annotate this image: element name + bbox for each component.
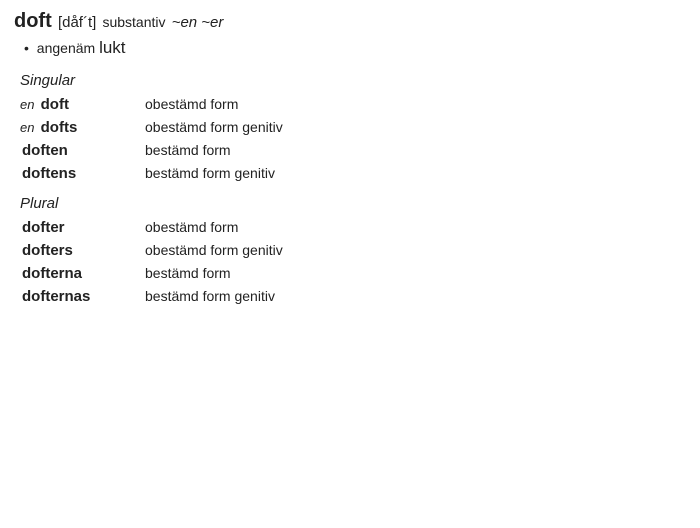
form-description: obestämd form genitiv bbox=[145, 116, 283, 138]
word-form: en doft bbox=[20, 94, 145, 116]
form: dofts bbox=[41, 119, 78, 136]
article: en bbox=[20, 120, 34, 135]
table-row: dofters obestämd form genitiv bbox=[20, 239, 686, 262]
section-singular: Singular en doft obestämd form en dofts … bbox=[20, 72, 686, 185]
form-description: bestämd form bbox=[145, 139, 231, 161]
form: dofterna bbox=[22, 265, 82, 282]
table-row: doften bestämd form bbox=[20, 139, 686, 162]
section-title: Plural bbox=[20, 195, 686, 212]
definition-line: • angenäm lukt bbox=[24, 38, 686, 58]
form-description: bestämd form genitiv bbox=[145, 285, 275, 307]
inflection-pattern: ~en ~er bbox=[172, 14, 224, 31]
table-row: dofter obestämd form bbox=[20, 216, 686, 239]
form: doft bbox=[41, 96, 69, 113]
table-row: dofternas bestämd form genitiv bbox=[20, 285, 686, 308]
dictionary-entry: doft [dåf´t] substantiv ~en ~er • angenä… bbox=[0, 0, 700, 528]
part-of-speech: substantiv bbox=[102, 14, 165, 30]
word-form: dofters bbox=[20, 240, 145, 262]
form-description: bestämd form bbox=[145, 262, 231, 284]
form: doftens bbox=[22, 165, 76, 182]
table-row: doftens bestämd form genitiv bbox=[20, 162, 686, 185]
form: dofters bbox=[22, 242, 73, 259]
section-title: Singular bbox=[20, 72, 686, 89]
word-form: en dofts bbox=[20, 117, 145, 139]
table-row: en doft obestämd form bbox=[20, 93, 686, 116]
word-form: doften bbox=[20, 140, 145, 162]
form: doften bbox=[22, 142, 68, 159]
word-form: dofterna bbox=[20, 263, 145, 285]
definition-pre: angenäm bbox=[37, 40, 95, 56]
form: dofter bbox=[22, 219, 65, 236]
form-description: obestämd form bbox=[145, 93, 238, 115]
pronunciation: [dåf´t] bbox=[58, 14, 96, 31]
form-description: obestämd form genitiv bbox=[145, 239, 283, 261]
form-description: obestämd form bbox=[145, 216, 238, 238]
word-form: dofternas bbox=[20, 286, 145, 308]
table-row: en dofts obestämd form genitiv bbox=[20, 116, 686, 139]
form: dofternas bbox=[22, 288, 90, 305]
headword: doft bbox=[14, 10, 52, 32]
bullet-icon: • bbox=[24, 40, 29, 56]
definition-highlight: lukt bbox=[99, 38, 125, 57]
headline: doft [dåf´t] substantiv ~en ~er bbox=[14, 10, 686, 34]
form-description: bestämd form genitiv bbox=[145, 162, 275, 184]
section-plural: Plural dofter obestämd form dofters obes… bbox=[20, 195, 686, 308]
article: en bbox=[20, 97, 34, 112]
table-row: dofterna bestämd form bbox=[20, 262, 686, 285]
word-form: dofter bbox=[20, 217, 145, 239]
word-form: doftens bbox=[20, 163, 145, 185]
